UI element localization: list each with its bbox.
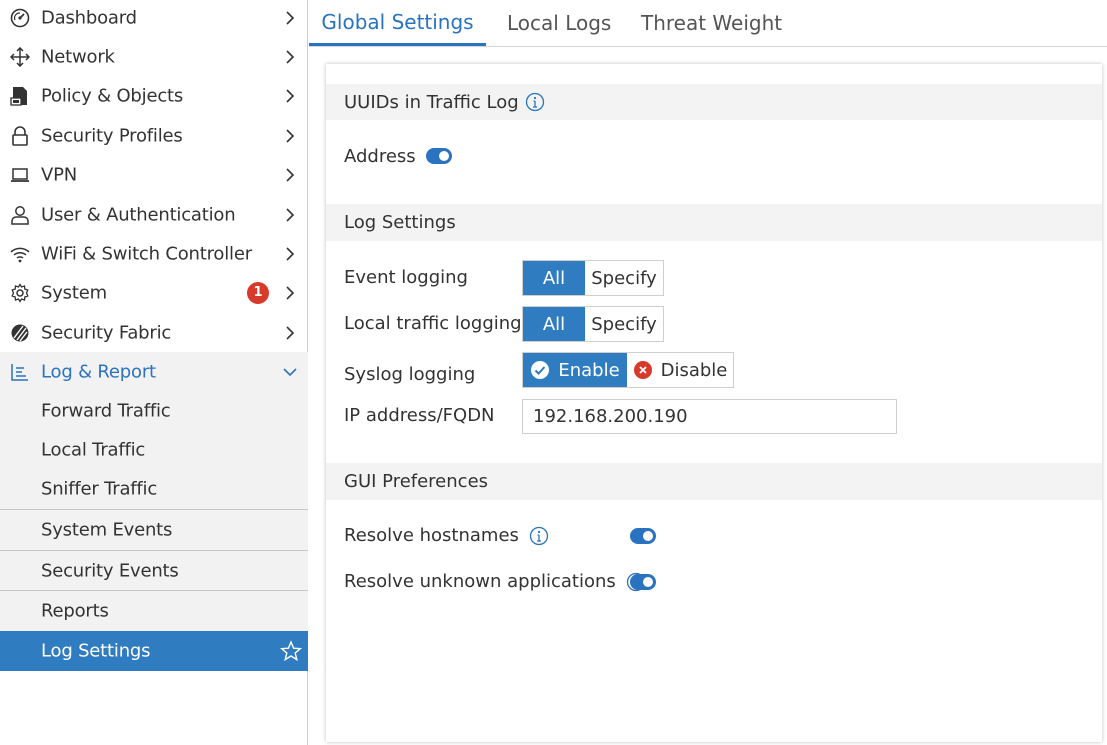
chevron-right-icon [286, 49, 295, 64]
resolve-unknown-apps-row: Resolve unknown applications [344, 571, 646, 592]
log-report-icon [9, 361, 31, 383]
sidebar-item-security-fabric[interactable]: Security Fabric [0, 313, 308, 352]
sidebar-subitem-label: Security Events [41, 560, 179, 581]
sidebar-item-label: Dashboard [41, 7, 137, 28]
tab-threat-weight[interactable]: Threat Weight [641, 0, 782, 46]
local-traffic-specify-button[interactable]: Specify [585, 307, 663, 341]
sidebar-item-dashboard[interactable]: Dashboard [0, 0, 308, 37]
chevron-right-icon [286, 246, 295, 261]
sidebar-subitem-label: Log Settings [41, 640, 151, 662]
chevron-right-icon [286, 285, 295, 300]
sidebar-subitem-label: Sniffer Traffic [41, 478, 158, 500]
laptop-icon [9, 164, 31, 186]
sidebar-item-label: Security Profiles [41, 125, 183, 146]
info-icon[interactable] [525, 92, 545, 112]
resolve-hostnames-toggle[interactable] [630, 528, 656, 544]
section-header-gui-preferences: GUI Preferences [326, 463, 1102, 500]
gear-icon [9, 282, 31, 304]
event-logging-all-button[interactable]: All [523, 261, 585, 295]
address-label: Address [344, 146, 416, 167]
sidebar-subitem-forward-traffic[interactable]: Forward Traffic [0, 391, 308, 430]
section-title: UUIDs in Traffic Log [344, 91, 519, 113]
tab-global-settings[interactable]: Global Settings [309, 0, 486, 46]
star-favorite-icon[interactable] [280, 640, 302, 662]
syslog-disable-label: Disable [660, 359, 728, 381]
notification-badge: 1 [247, 281, 269, 304]
sidebar-item-label: System [41, 282, 107, 303]
local-traffic-all-button[interactable]: All [523, 307, 585, 341]
sidebar-item-vpn[interactable]: VPN [0, 155, 308, 194]
close-circle-icon [633, 361, 652, 379]
wifi-icon [9, 243, 31, 265]
section-header-uuids: UUIDs in Traffic Log [326, 84, 1102, 120]
resolve-hostnames-row: Resolve hostnames [344, 525, 549, 546]
resolve-hostnames-label: Resolve hostnames [344, 525, 519, 546]
chevron-right-icon [286, 167, 295, 182]
tab-local-logs[interactable]: Local Logs [507, 0, 611, 46]
tab-bar: Global Settings Local Logs Threat Weight [309, 0, 1107, 47]
sidebar-item-label: Network [41, 46, 115, 67]
syslog-enable-button[interactable]: Enable [523, 353, 627, 387]
address-toggle[interactable] [426, 148, 452, 164]
sidebar-item-log-report[interactable]: Log & Report [0, 352, 308, 391]
user-icon [9, 204, 31, 226]
sidebar-subitem-system-events[interactable]: System Events [0, 509, 308, 550]
chevron-right-icon [286, 88, 295, 103]
sidebar-item-network[interactable]: Network [0, 37, 308, 76]
tab-label: Global Settings [321, 9, 474, 34]
check-circle-icon [531, 361, 550, 379]
chevron-right-icon [286, 207, 295, 222]
syslog-logging-selector: Enable Disable [522, 352, 734, 388]
chevron-right-icon [286, 128, 295, 143]
chevron-down-icon [283, 367, 297, 376]
policy-icon [9, 85, 31, 107]
event-logging-label: Event logging [344, 267, 468, 288]
sidebar: Dashboard Network Policy & Objects Secur… [0, 0, 308, 745]
sidebar-item-label: Log & Report [41, 361, 156, 382]
syslog-disable-button[interactable]: Disable [627, 353, 733, 387]
sidebar-subitem-label: System Events [41, 519, 173, 541]
ip-address-label: IP address/FQDN [344, 405, 495, 426]
tab-label: Local Logs [507, 11, 612, 35]
lock-icon [9, 125, 31, 147]
sidebar-item-user-authentication[interactable]: User & Authentication [0, 195, 308, 234]
event-logging-selector: All Specify [522, 260, 664, 296]
sidebar-subitem-security-events[interactable]: Security Events [0, 550, 308, 590]
tab-label: Threat Weight [641, 11, 783, 35]
sidebar-subitem-local-traffic[interactable]: Local Traffic [0, 430, 308, 469]
dashboard-icon [9, 7, 31, 29]
syslog-enable-label: Enable [558, 359, 620, 381]
sidebar-subitem-sniffer-traffic[interactable]: Sniffer Traffic [0, 469, 308, 509]
local-traffic-logging-selector: All Specify [522, 306, 664, 342]
sidebar-subitem-label: Forward Traffic [41, 400, 171, 421]
network-move-icon [9, 46, 31, 68]
sidebar-item-label: User & Authentication [41, 204, 236, 225]
sidebar-item-wifi-switch[interactable]: WiFi & Switch Controller [0, 234, 308, 273]
sidebar-item-security-profiles[interactable]: Security Profiles [0, 116, 308, 155]
sidebar-item-label: WiFi & Switch Controller [41, 243, 252, 264]
resolve-unknown-apps-toggle[interactable] [630, 574, 656, 590]
sidebar-item-system[interactable]: System 1 [0, 273, 308, 312]
sidebar-item-label: VPN [41, 164, 78, 185]
sidebar-item-label: Security Fabric [41, 322, 172, 343]
fabric-icon [9, 322, 31, 344]
syslog-logging-label: Syslog logging [344, 364, 476, 385]
sidebar-subitem-label: Reports [41, 600, 109, 622]
sidebar-subitem-label: Local Traffic [41, 439, 146, 460]
chevron-right-icon [286, 325, 295, 340]
local-traffic-logging-label: Local traffic logging [344, 313, 522, 334]
section-title: GUI Preferences [344, 471, 489, 492]
info-icon[interactable] [529, 526, 549, 546]
ip-address-input[interactable] [522, 399, 897, 434]
sidebar-item-policy-objects[interactable]: Policy & Objects [0, 76, 308, 115]
chevron-right-icon [286, 10, 295, 25]
event-logging-specify-button[interactable]: Specify [585, 261, 663, 295]
section-header-log-settings: Log Settings [326, 204, 1102, 241]
sidebar-subitem-reports[interactable]: Reports [0, 590, 308, 631]
settings-panel: UUIDs in Traffic Log Address Log Setting… [326, 64, 1102, 742]
sidebar-subitem-log-settings[interactable]: Log Settings [0, 631, 308, 671]
sidebar-item-label: Policy & Objects [41, 85, 184, 106]
section-title: Log Settings [344, 212, 456, 233]
resolve-unknown-apps-label: Resolve unknown applications [344, 571, 616, 592]
